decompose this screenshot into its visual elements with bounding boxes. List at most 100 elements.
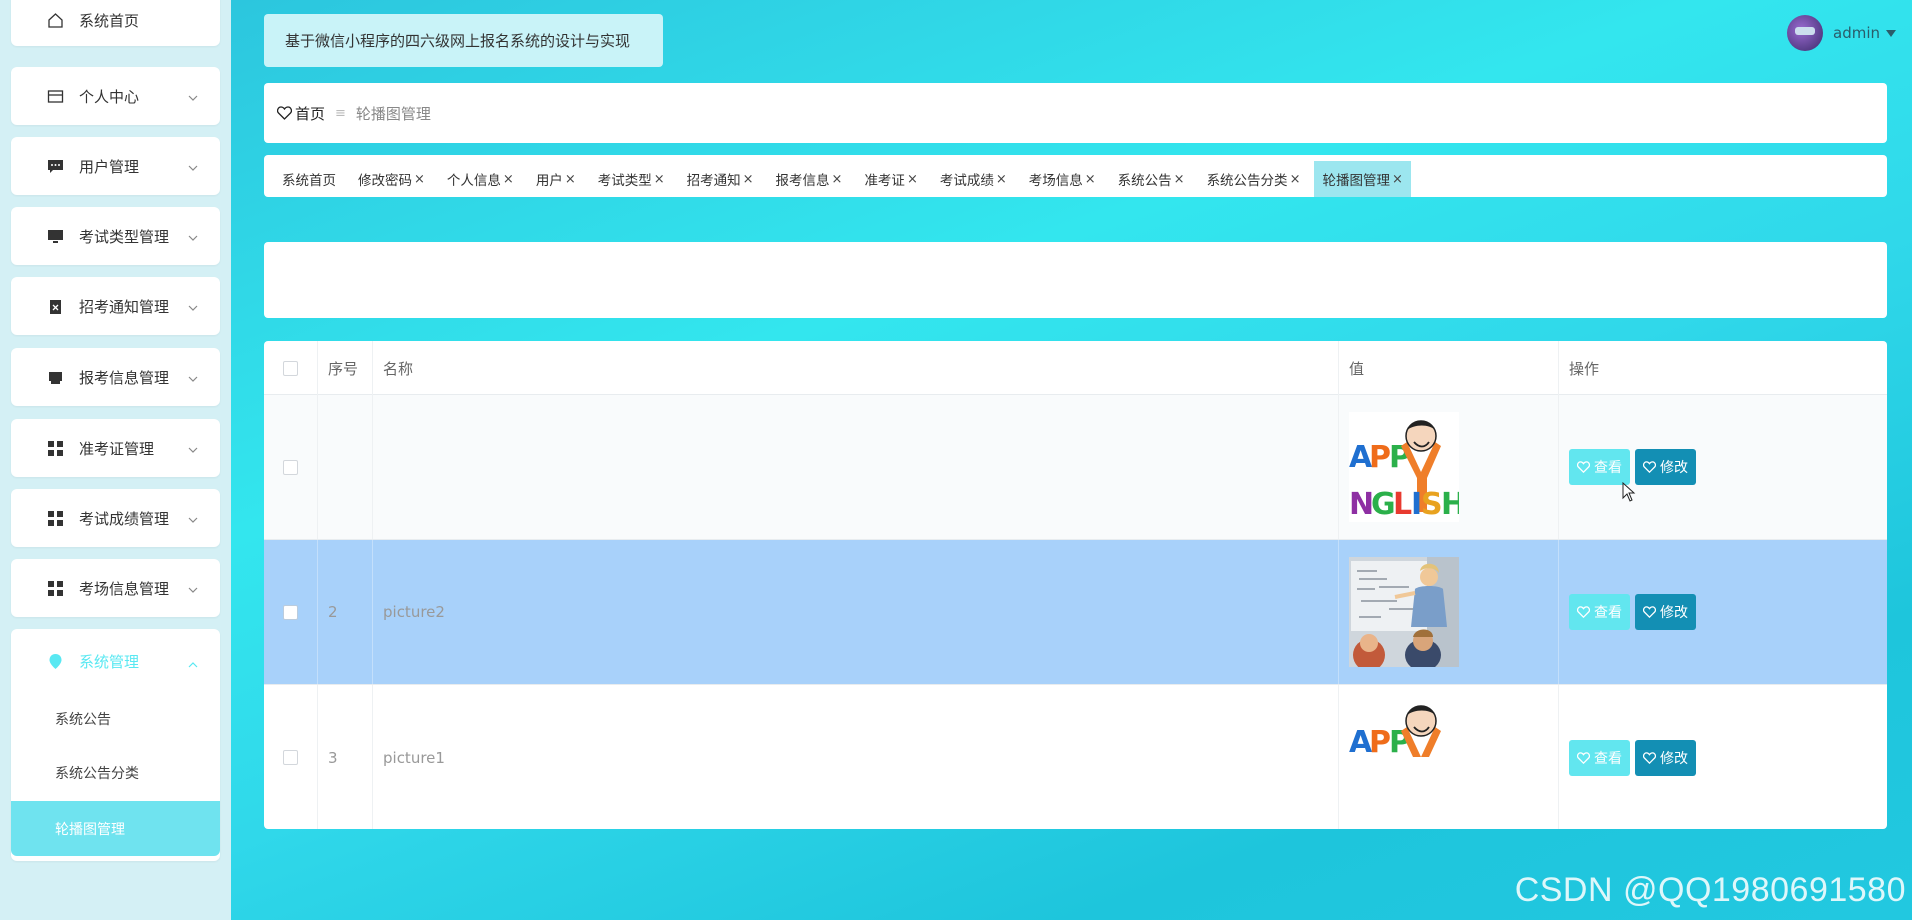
tabs-bar: 系统首页 修改密码 × 个人信息 × 用户 × 考试类型 × 招考通知 × 报考信息 × 准… xyxy=(264,155,1887,197)
tab-label: 轮播图管理 xyxy=(1322,173,1390,189)
tab-registration-info[interactable]: 报考信息 × xyxy=(768,161,851,197)
close-icon[interactable]: × xyxy=(1392,172,1403,187)
svg-text:G: G xyxy=(1371,487,1396,522)
main-content: 基于微信小程序的四六级网上报名系统的设计与实现 admin 首页 ≡ 轮播图管理… xyxy=(231,0,1912,920)
carousel-thumbnail[interactable]: A P P xyxy=(1349,697,1459,757)
edit-button[interactable]: 修改 xyxy=(1635,739,1696,776)
edit-button-label: 修改 xyxy=(1660,460,1688,476)
sidebar-item-label: 系统首页 xyxy=(79,11,140,30)
tab-label: 报考信息 xyxy=(775,173,830,189)
view-button[interactable]: 查看 xyxy=(1569,739,1630,776)
row-checkbox[interactable] xyxy=(283,750,298,765)
mouse-cursor-icon xyxy=(1622,482,1636,502)
sidebar-item-label: 招考通知管理 xyxy=(79,297,170,316)
svg-text:S: S xyxy=(1421,487,1443,522)
grid-icon xyxy=(46,509,64,527)
sidebar-item-registration-info-management[interactable]: 报考信息管理 xyxy=(11,348,220,406)
sidebar-item-exam-type-management[interactable]: 考试类型管理 xyxy=(11,207,220,265)
breadcrumb-home[interactable]: 首页 xyxy=(277,103,325,124)
header-index: 序号 xyxy=(318,341,373,395)
row-select-cell xyxy=(264,540,318,684)
svg-text:H: H xyxy=(1441,487,1459,522)
sidebar-item-exam-room-management[interactable]: 考场信息管理 xyxy=(11,559,220,617)
tab-exam-room[interactable]: 考场信息 × xyxy=(1021,161,1104,197)
sidebar-item-personal-center[interactable]: 个人中心 xyxy=(11,67,220,125)
grid-icon xyxy=(46,579,64,597)
view-button-label: 查看 xyxy=(1594,460,1622,476)
edit-button-label: 修改 xyxy=(1660,605,1688,621)
heart-icon xyxy=(277,106,292,120)
close-icon[interactable]: × xyxy=(654,172,665,187)
close-icon[interactable]: × xyxy=(1290,172,1301,187)
close-icon[interactable]: × xyxy=(996,172,1007,187)
chevron-down-icon xyxy=(188,159,198,171)
carousel-thumbnail[interactable] xyxy=(1349,557,1459,667)
close-icon[interactable]: × xyxy=(503,172,514,187)
tab-home[interactable]: 系统首页 xyxy=(274,161,344,197)
sidebar-item-header[interactable]: 系统管理 xyxy=(11,629,220,693)
tab-exam-score[interactable]: 考试成绩 × xyxy=(932,161,1015,197)
select-all-cell xyxy=(264,341,318,395)
breadcrumb-separator: ≡ xyxy=(335,105,346,121)
view-button[interactable]: 查看 xyxy=(1569,449,1630,485)
sidebar-item-label: 用户管理 xyxy=(79,157,140,176)
sidebar-item-exam-score-management[interactable]: 考试成绩管理 xyxy=(11,489,220,547)
tab-admission-ticket[interactable]: 准考证 × xyxy=(856,161,925,197)
sidebar-subitem-carousel-management[interactable]: 轮播图管理 xyxy=(11,801,220,856)
tab-change-password[interactable]: 修改密码 × xyxy=(350,161,433,197)
close-icon[interactable]: × xyxy=(1174,172,1185,187)
row-image-cell: A P P N G L I S H xyxy=(1339,395,1559,539)
edit-button[interactable]: 修改 xyxy=(1635,594,1696,630)
edit-button-label: 修改 xyxy=(1660,750,1688,767)
heart-icon xyxy=(1577,606,1590,618)
sidebar-item-admission-ticket-management[interactable]: 准考证管理 xyxy=(11,419,220,477)
sidebar-item-system-management[interactable]: 系统管理 系统公告 系统公告分类 轮播图管理 xyxy=(11,629,220,861)
tab-personal-info[interactable]: 个人信息 × xyxy=(439,161,522,197)
sidebar-item-exam-notice-management[interactable]: 招考通知管理 xyxy=(11,277,220,335)
breadcrumb-current: 轮播图管理 xyxy=(355,104,431,123)
heart-icon xyxy=(1577,751,1590,764)
close-icon[interactable]: × xyxy=(743,172,754,187)
search-panel xyxy=(264,242,1887,318)
table-row[interactable]: 3 picture1 A P P 查看 修改 xyxy=(264,685,1887,829)
avatar[interactable] xyxy=(1787,15,1823,51)
tab-notice-category[interactable]: 系统公告分类 × xyxy=(1199,161,1309,197)
edit-button[interactable]: 修改 xyxy=(1635,449,1696,485)
view-button-label: 查看 xyxy=(1594,605,1622,621)
user-menu[interactable]: admin xyxy=(1787,14,1896,52)
tab-carousel-management[interactable]: 轮播图管理 × xyxy=(1314,161,1411,197)
row-checkbox[interactable] xyxy=(283,459,298,475)
view-button[interactable]: 查看 xyxy=(1569,594,1630,630)
table-row[interactable]: 2 picture2 查看 修改 xyxy=(264,540,1887,685)
tab-exam-notice[interactable]: 招考通知 × xyxy=(679,161,762,197)
tab-system-notice[interactable]: 系统公告 × xyxy=(1110,161,1193,197)
select-all-checkbox[interactable] xyxy=(283,360,298,376)
table-row[interactable]: A P P N G L I S H 查看 修改 xyxy=(264,395,1887,540)
chevron-down-icon xyxy=(188,441,198,453)
tab-user[interactable]: 用户 × xyxy=(528,161,584,197)
tab-exam-type[interactable]: 考试类型 × xyxy=(590,161,673,197)
close-icon[interactable]: × xyxy=(414,172,425,187)
header-actions: 操作 xyxy=(1569,359,1600,378)
sidebar-item-user-management[interactable]: 用户管理 xyxy=(11,137,220,195)
wallet-icon xyxy=(46,87,64,105)
row-select-cell xyxy=(264,395,318,539)
sidebar-item-home[interactable]: 系统首页 xyxy=(11,0,220,46)
clipboard-icon xyxy=(46,297,64,315)
row-checkbox[interactable] xyxy=(283,604,298,620)
svg-text:P: P xyxy=(1369,725,1391,757)
user-name[interactable]: admin xyxy=(1833,24,1880,42)
caret-down-icon[interactable] xyxy=(1886,29,1896,37)
chevron-down-icon xyxy=(188,370,198,382)
tab-label: 系统首页 xyxy=(282,173,336,189)
close-icon[interactable]: × xyxy=(1085,172,1096,187)
sidebar-subitem-system-notice[interactable]: 系统公告 xyxy=(11,693,220,745)
close-icon[interactable]: × xyxy=(565,172,576,187)
sidebar-subitem-notice-category[interactable]: 系统公告分类 xyxy=(11,747,220,799)
close-icon[interactable]: × xyxy=(907,172,918,187)
breadcrumb-home-label: 首页 xyxy=(295,104,326,123)
close-icon[interactable]: × xyxy=(832,172,843,187)
row-index xyxy=(318,395,373,539)
svg-text:P: P xyxy=(1369,440,1391,475)
carousel-thumbnail[interactable]: A P P N G L I S H xyxy=(1349,412,1459,522)
